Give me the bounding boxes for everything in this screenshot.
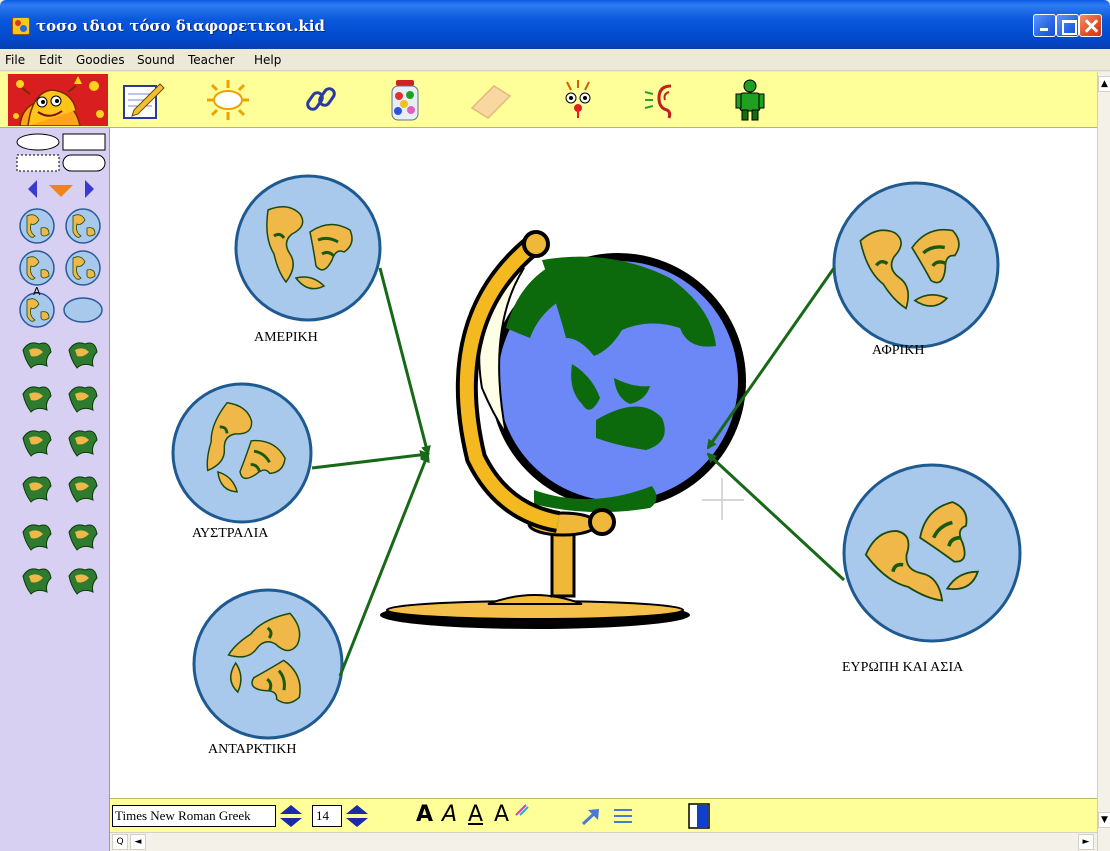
globe-sticker-icon[interactable]	[65, 250, 101, 286]
central-globe-icon[interactable]	[380, 230, 746, 629]
scroll-up-button[interactable]: ▲	[1098, 76, 1110, 92]
mascot-logo[interactable]	[8, 74, 108, 126]
drawing-canvas[interactable]: ΑΜΕΡΙΚΗ ΑΥΣΤΡΑΛΙΑ ΑΝΤΑΡΚΤΙΚΗ ΑΦΡΙΚΗ ΕΥΡΩ…	[110, 128, 1097, 798]
line-style-icon[interactable]	[612, 807, 634, 825]
pencil-pad-icon[interactable]	[120, 78, 166, 122]
italic-button[interactable]: A	[442, 802, 457, 827]
menu-bar: File Edit Goodies Sound Teacher Help	[0, 49, 1110, 71]
label-europe-asia[interactable]: ΕΥΡΩΠΗ ΚΑΙ ΑΣΙΑ	[842, 660, 963, 676]
underline-button[interactable]: A	[468, 802, 483, 827]
land-sticker-icon[interactable]	[22, 386, 52, 413]
person-icon[interactable]	[727, 78, 773, 122]
sun-oval-icon[interactable]	[205, 78, 251, 122]
land-sticker-icon[interactable]	[22, 430, 52, 457]
fill-color-icon[interactable]	[686, 803, 712, 829]
land-sticker-icon[interactable]	[68, 524, 98, 551]
menu-help[interactable]: Help	[254, 53, 281, 67]
arrow-style-icon[interactable]	[580, 807, 602, 827]
africa-globe-icon[interactable]	[832, 181, 1000, 349]
menu-file[interactable]: File	[5, 53, 25, 67]
menu-teacher[interactable]: Teacher	[188, 53, 235, 67]
maximize-button[interactable]	[1056, 14, 1079, 37]
land-sticker-icon[interactable]	[22, 342, 52, 369]
minimize-button[interactable]	[1033, 14, 1056, 37]
eraser-icon[interactable]	[468, 78, 514, 122]
rounded-rect-shape-tool[interactable]	[62, 154, 106, 172]
title-bar[interactable]: τοσο ιδιοι τόσο διαφορετικοι.kid	[0, 0, 1110, 49]
main-toolbar	[0, 72, 1097, 128]
land-sticker-icon[interactable]	[22, 568, 52, 595]
text-color-button[interactable]: A	[494, 802, 509, 827]
land-sticker-icon[interactable]	[22, 524, 52, 551]
font-name-field[interactable]: Times New Roman Greek	[112, 805, 276, 827]
previous-arrow-icon[interactable]	[28, 180, 37, 198]
oval-shape-tool[interactable]	[16, 133, 60, 151]
land-sticker-icon[interactable]	[68, 342, 98, 369]
menu-goodies[interactable]: Goodies	[76, 53, 125, 67]
font-size-field[interactable]: 14	[312, 805, 342, 827]
land-sticker-icon[interactable]	[68, 386, 98, 413]
globe-sticker-icon[interactable]	[63, 297, 103, 323]
america-globe-icon[interactable]	[234, 174, 382, 322]
shape-palette: A	[0, 128, 110, 851]
label-australia[interactable]: ΑΥΣΤΡΑΛΙΑ	[192, 526, 268, 542]
globe-sticker-icon[interactable]	[19, 250, 55, 286]
rectangle-shape-tool[interactable]	[62, 133, 106, 151]
globe-sticker-icon[interactable]	[65, 208, 101, 244]
crosshair-cursor-icon	[702, 478, 744, 520]
text-format-toolbar: Times New Roman Greek 14 A A A A	[110, 798, 1097, 832]
scroll-down-arrow-icon[interactable]	[49, 185, 73, 197]
color-brush-icon	[515, 804, 529, 816]
label-africa[interactable]: ΑΦΡΙΚΗ	[872, 343, 924, 359]
bold-button[interactable]: A	[416, 802, 433, 827]
land-sticker-icon[interactable]	[68, 430, 98, 457]
land-sticker-icon[interactable]	[22, 476, 52, 503]
label-america[interactable]: ΑΜΕΡΙΚΗ	[254, 330, 318, 346]
close-button[interactable]	[1079, 14, 1102, 37]
font-size-spinner[interactable]	[344, 804, 370, 828]
funny-face-icon[interactable]	[555, 78, 601, 122]
app-icon	[12, 17, 30, 35]
globe-sticker-icon[interactable]	[19, 208, 55, 244]
label-antarctica[interactable]: ΑΝΤΑΡΚΤΙΚΗ	[208, 742, 296, 758]
zoom-icon[interactable]: Q	[112, 834, 128, 850]
vertical-scrollbar[interactable]: ▲ ▼	[1097, 72, 1110, 851]
scroll-down-button[interactable]: ▼	[1098, 812, 1110, 828]
antarctica-globe-icon[interactable]	[192, 588, 344, 740]
horizontal-scrollbar[interactable]: Q ◄ ►	[110, 832, 1097, 851]
candy-jar-icon[interactable]	[382, 78, 428, 122]
next-arrow-icon[interactable]	[85, 180, 94, 198]
ear-icon[interactable]	[641, 78, 687, 122]
scroll-right-button[interactable]: ►	[1078, 834, 1094, 850]
text-shape-tool[interactable]	[16, 154, 60, 172]
land-sticker-icon[interactable]	[68, 476, 98, 503]
window-title: τοσο ιδιοι τόσο διαφορετικοι.kid	[36, 17, 325, 35]
chain-link-icon[interactable]	[298, 78, 344, 122]
scroll-left-button[interactable]: ◄	[130, 834, 146, 850]
europe-asia-globe-icon[interactable]	[842, 463, 1022, 643]
menu-edit[interactable]: Edit	[39, 53, 62, 67]
australia-globe-icon[interactable]	[171, 382, 313, 524]
application-window: τοσο ιδιοι τόσο διαφορετικοι.kid File Ed…	[0, 0, 1110, 851]
font-name-spinner[interactable]	[278, 804, 304, 828]
land-sticker-icon[interactable]	[68, 568, 98, 595]
menu-sound[interactable]: Sound	[137, 53, 175, 67]
globe-sticker-icon[interactable]	[19, 292, 55, 328]
